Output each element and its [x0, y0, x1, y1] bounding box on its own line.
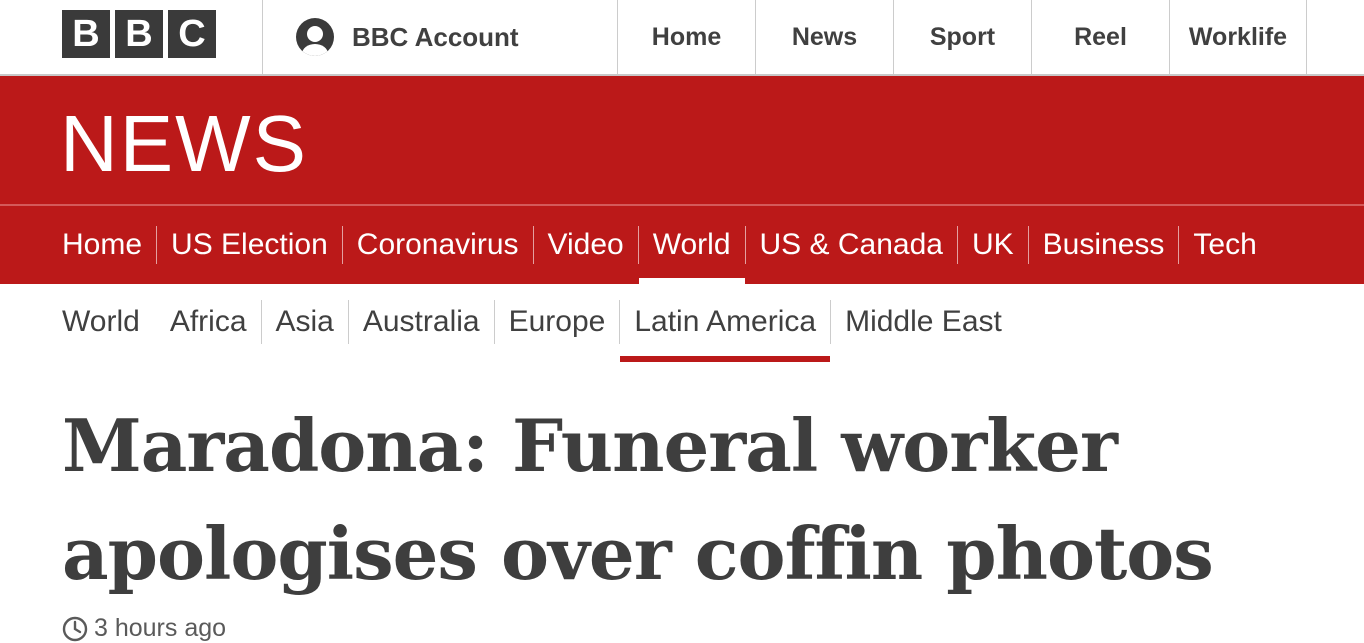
subnav-item-latin-america[interactable]: Latin America [620, 284, 830, 362]
nav-item-tech[interactable]: Tech [1179, 206, 1270, 284]
article-headline: Maradona: Funeral worker apologises over… [62, 403, 1214, 596]
nav-item-us-canada[interactable]: US & Canada [746, 206, 957, 284]
primary-nav: Home US Election Coronavirus Video World… [0, 206, 1364, 284]
subnav-item-middle-east[interactable]: Middle East [831, 284, 1016, 360]
bbc-global-header: B B C BBC Account Home News Sport Reel W… [0, 0, 1364, 76]
bbc-logo[interactable]: B B C [62, 10, 216, 58]
secondary-nav: World Africa Asia Australia Europe Latin… [0, 284, 1364, 364]
subnav-item-asia[interactable]: Asia [262, 284, 348, 360]
nav-item-video[interactable]: Video [534, 206, 638, 284]
global-nav-home[interactable]: Home [617, 0, 755, 74]
bbc-logo-block: B [115, 10, 163, 58]
subnav-item-world[interactable]: World [48, 284, 154, 360]
article-timestamp: 3 hours ago [62, 614, 226, 643]
global-nav-worklife[interactable]: Worklife [1169, 0, 1307, 74]
nav-item-us-election[interactable]: US Election [157, 206, 342, 284]
nav-item-world[interactable]: World [638, 206, 745, 284]
global-nav: Home News Sport Reel Worklife [617, 0, 1307, 74]
subnav-item-europe[interactable]: Europe [495, 284, 620, 360]
user-avatar-icon [296, 18, 334, 56]
global-nav-reel[interactable]: Reel [1031, 0, 1169, 74]
news-banner: NEWS [0, 76, 1364, 204]
subnav-item-australia[interactable]: Australia [349, 284, 494, 360]
global-nav-sport[interactable]: Sport [893, 0, 1031, 74]
bbc-logo-block: C [168, 10, 216, 58]
account-label: BBC Account [352, 21, 519, 52]
bbc-logo-block: B [62, 10, 110, 58]
nav-item-home[interactable]: Home [48, 206, 156, 284]
clock-icon [62, 616, 88, 641]
header-divider [262, 0, 263, 74]
nav-item-uk[interactable]: UK [958, 206, 1028, 284]
global-nav-news[interactable]: News [755, 0, 893, 74]
subnav-item-africa[interactable]: Africa [154, 284, 261, 360]
timestamp-text: 3 hours ago [94, 614, 227, 642]
bbc-account-link[interactable]: BBC Account [296, 0, 519, 74]
nav-item-coronavirus[interactable]: Coronavirus [343, 206, 533, 284]
news-wordmark-logo[interactable]: NEWS [60, 104, 308, 184]
nav-item-business[interactable]: Business [1029, 206, 1179, 284]
